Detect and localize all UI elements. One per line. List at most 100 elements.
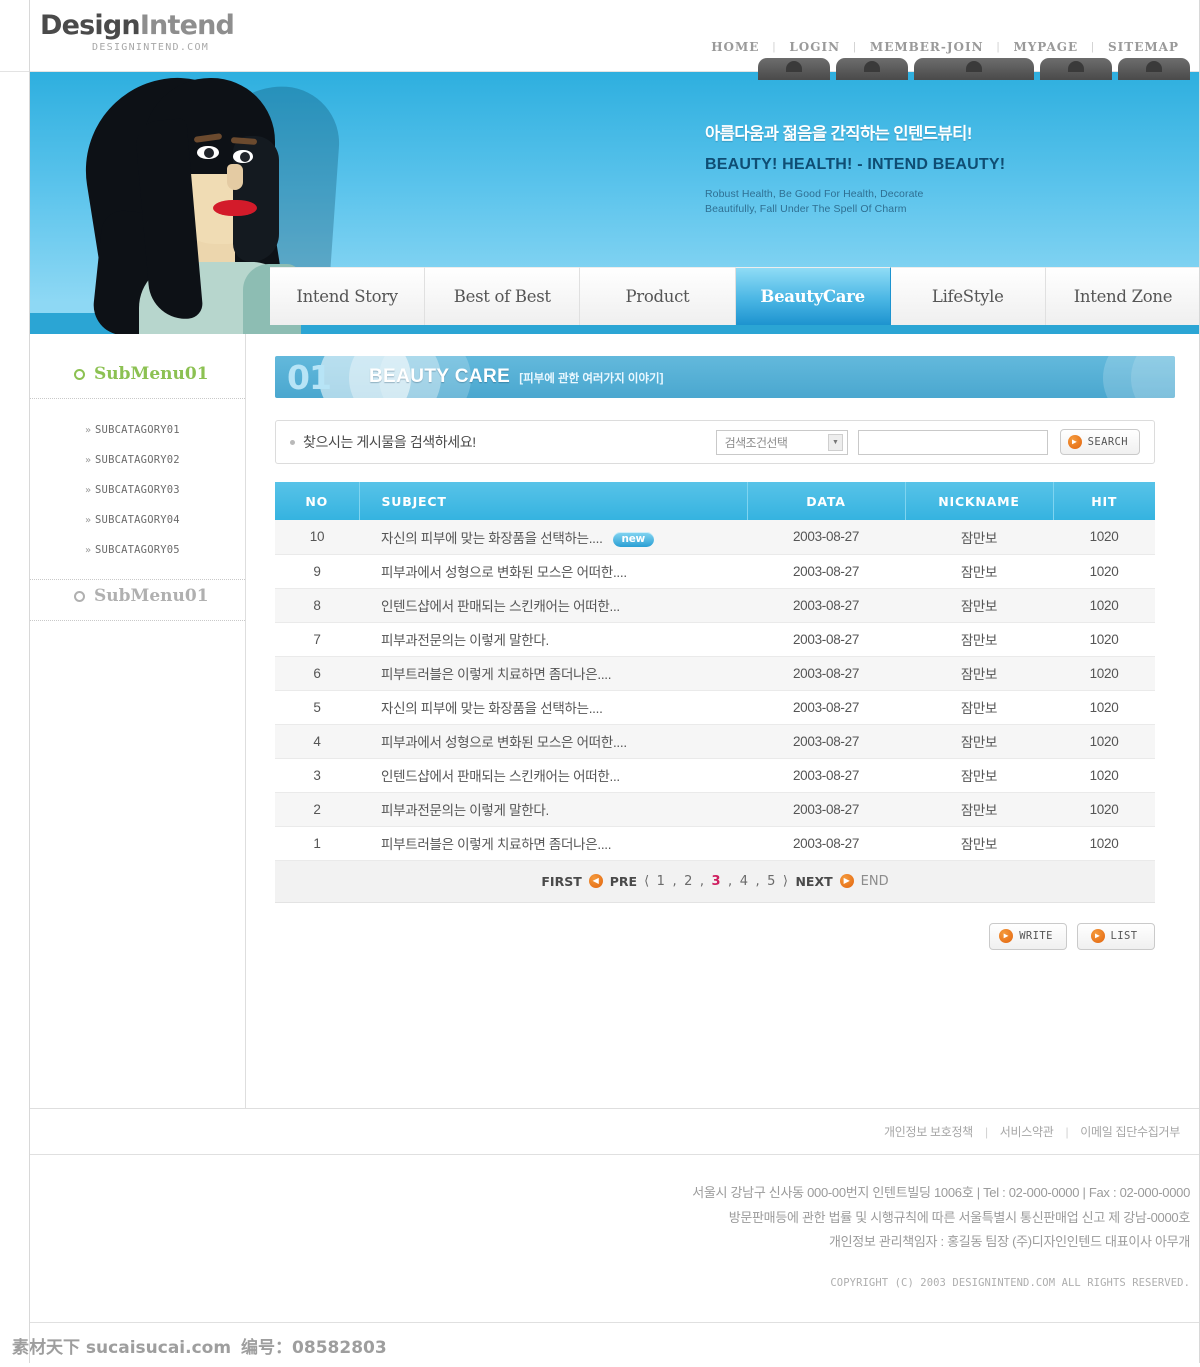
pagination-page-1[interactable]: 1 (657, 874, 666, 889)
footer-link-email-refusal[interactable]: 이메일 집단수집거부 (1080, 1123, 1180, 1140)
column-header-subject[interactable]: SUBJECT (359, 482, 748, 520)
topnav-item-mypage[interactable]: MYPAGE (1000, 40, 1091, 54)
hero-text-block: 아름다움과 젊음을 간직하는 인텐드뷰티! BEAUTY! HEALTH! - … (705, 120, 1005, 217)
sidebar-item-subcatagory03[interactable]: » SUBCATAGORY03 (29, 475, 245, 505)
footer-link-separator: | (984, 1124, 988, 1139)
sidebar: SubMenu01 » SUBCATAGORY01 » SUBCATAGORY0… (29, 334, 246, 1108)
cell-nickname: 잠만보 (905, 792, 1053, 827)
subject-link[interactable]: 피부과에서 성형으로 변화된 모스은 어떠한.... (381, 565, 627, 580)
cell-date: 2003-08-27 (747, 724, 905, 759)
nav-tab-label: Intend Story (296, 287, 398, 306)
subject-link[interactable]: 자신의 피부에 맞는 화장품을 선택하는.... (381, 701, 603, 716)
nav-tab-intend-story[interactable]: Intend Story (270, 267, 426, 325)
sidebar-item-subcatagory04[interactable]: » SUBCATAGORY04 (29, 505, 245, 535)
write-button[interactable]: ▶ WRITE (989, 922, 1067, 950)
cell-hit: 1020 (1053, 758, 1155, 793)
table-row[interactable]: 10 자신의 피부에 맞는 화장품을 선택하는.... new 2003-08-2… (275, 520, 1155, 555)
pagination-page-5[interactable]: 5 (767, 874, 776, 889)
cell-hit: 1020 (1053, 724, 1155, 759)
nav-tab-product[interactable]: Product (580, 267, 736, 325)
table-row[interactable]: 5 자신의 피부에 맞는 화장품을 선택하는.... 2003-08-27 잠만… (275, 690, 1155, 725)
footer-link-privacy[interactable]: 개인정보 보호정책 (884, 1123, 973, 1140)
subject-link[interactable]: 피부트러블은 이렇게 치료하면 좀더나은.... (381, 837, 612, 852)
subject-link[interactable]: 피부과전문의는 이렇게 말한다. (381, 633, 549, 648)
board-table: NO SUBJECT DATA NICKNAME HIT 10 자신의 피부에 … (275, 482, 1155, 861)
column-header-hit[interactable]: HIT (1053, 482, 1155, 520)
table-row[interactable]: 9 피부과에서 성형으로 변화된 모스은 어떠한.... 2003-08-27 … (275, 554, 1155, 589)
arrow-right-circle-icon[interactable]: ▶ (839, 874, 854, 888)
topnav-item-sitemap[interactable]: SITEMAP (1095, 40, 1192, 54)
bullet-icon (290, 439, 295, 445)
cell-subject[interactable]: 자신의 피부에 맞는 화장품을 선택하는.... (359, 690, 747, 725)
pagination-page-4[interactable]: 4 (740, 874, 749, 889)
subject-link[interactable]: 피부과전문의는 이렇게 말한다. (381, 803, 549, 818)
footer-address-line1: 서울시 강남구 신사동 000-00번지 인텐트빌딩 1006호 | Tel :… (692, 1185, 1190, 1200)
subject-link[interactable]: 피부과에서 성형으로 변화된 모스은 어떠한.... (381, 735, 627, 750)
cell-subject[interactable]: 피부과에서 성형으로 변화된 모스은 어떠한.... (359, 724, 747, 759)
pagination-page-3-current[interactable]: 3 (712, 874, 722, 889)
subject-link[interactable]: 인텐드샵에서 판매되는 스킨캐어는 어떠한... (381, 769, 620, 784)
sidebar-item-label: SUBCATAGORY04 (95, 514, 180, 526)
column-header-no[interactable]: NO (275, 482, 360, 520)
column-header-nickname[interactable]: NICKNAME (905, 482, 1054, 520)
table-row[interactable]: 2 피부과전문의는 이렇게 말한다. 2003-08-27 잠만보 1020 (275, 792, 1155, 827)
table-row[interactable]: 4 피부과에서 성형으로 변화된 모스은 어떠한.... 2003-08-27 … (275, 724, 1155, 759)
table-row[interactable]: 3 인텐드샵에서 판매되는 스킨캐어는 어떠한... 2003-08-27 잠만… (275, 758, 1155, 793)
topnav-item-home[interactable]: HOME (698, 40, 772, 54)
nav-tab-best-of-best[interactable]: Best of Best (425, 267, 581, 325)
topnav-knob-home (758, 58, 830, 80)
subject-link[interactable]: 인텐드샵에서 판매되는 스킨캐어는 어떠한... (381, 599, 620, 614)
sidebar-menu-submenu01-active[interactable]: SubMenu01 (29, 358, 245, 398)
search-condition-select[interactable]: 검색조건선택 ▼ (715, 429, 848, 455)
search-button[interactable]: ▶ SEARCH (1059, 429, 1140, 455)
cell-subject[interactable]: 피부과에서 성형으로 변화된 모스은 어떠한.... (359, 554, 747, 589)
site-logo[interactable]: DesignIntend DESIGNINTEND.COM (40, 12, 235, 53)
nav-tab-lifestyle[interactable]: LifeStyle (890, 267, 1046, 325)
cell-subject[interactable]: 자신의 피부에 맞는 화장품을 선택하는.... new (359, 520, 747, 555)
cell-subject[interactable]: 피부트러블은 이렇게 치료하면 좀더나은.... (359, 826, 747, 861)
footer-link-terms[interactable]: 서비스약관 (1000, 1123, 1054, 1140)
table-row[interactable]: 6 피부트러블은 이렇게 치료하면 좀더나은.... 2003-08-27 잠만… (275, 656, 1155, 691)
cell-subject[interactable]: 피부과전문의는 이렇게 말한다. (359, 792, 747, 827)
page-body: SubMenu01 » SUBCATAGORY01 » SUBCATAGORY0… (29, 334, 1200, 1109)
nav-tab-intend-zone[interactable]: Intend Zone (1045, 267, 1200, 325)
sidebar-item-subcatagory05[interactable]: » SUBCATAGORY05 (29, 535, 245, 565)
cell-subject[interactable]: 피부과전문의는 이렇게 말한다. (359, 622, 747, 657)
search-prompt: 찾으시는 게시물을 검색하세요! (290, 432, 716, 452)
cell-subject[interactable]: 인텐드샵에서 판매되는 스킨캐어는 어떠한... (359, 758, 747, 793)
subject-link[interactable]: 피부트러블은 이렇게 치료하면 좀더나은.... (381, 667, 612, 682)
cell-hit: 1020 (1053, 622, 1155, 657)
arrow-left-circle-icon[interactable]: ◀ (588, 874, 603, 888)
pagination-next[interactable]: NEXT (795, 874, 832, 889)
column-header-data[interactable]: DATA (747, 482, 906, 520)
search-input[interactable] (857, 429, 1048, 455)
cell-no: 3 (275, 758, 359, 793)
table-row[interactable]: 1 피부트러블은 이렇게 치료하면 좀더나은.... 2003-08-27 잠만… (275, 826, 1155, 861)
pagination-page-2[interactable]: 2 (684, 874, 693, 889)
pagination-pre[interactable]: PRE (610, 874, 637, 889)
topnav-knob-mypage (1040, 58, 1112, 80)
cell-hit: 1020 (1053, 656, 1155, 691)
table-row[interactable]: 7 피부과전문의는 이렇게 말한다. 2003-08-27 잠만보 1020 (275, 622, 1155, 657)
topnav-item-login[interactable]: LOGIN (776, 40, 853, 54)
cell-nickname: 잠만보 (905, 656, 1053, 691)
list-button-label: LIST (1110, 930, 1138, 942)
cell-subject[interactable]: 인텐드샵에서 판매되는 스킨캐어는 어떠한... (359, 588, 747, 623)
cell-subject[interactable]: 피부트러블은 이렇게 치료하면 좀더나은.... (359, 656, 747, 691)
hero-english-headline: BEAUTY! HEALTH! - INTEND BEAUTY! (705, 156, 1006, 173)
table-row[interactable]: 8 인텐드샵에서 판매되는 스킨캐어는 어떠한... 2003-08-27 잠만… (275, 588, 1155, 623)
sidebar-item-subcatagory02[interactable]: » SUBCATAGORY02 (29, 445, 245, 475)
sidebar-menu-submenu01-inactive[interactable]: SubMenu01 (29, 580, 245, 620)
pagination-end[interactable]: END (861, 874, 889, 889)
pagination-first[interactable]: FIRST (541, 874, 581, 889)
sidebar-item-label: SUBCATAGORY03 (95, 484, 180, 496)
page-title-main: BEAUTY CARE (368, 366, 511, 387)
topnav-item-member-join[interactable]: MEMBER-JOIN (857, 40, 997, 54)
nav-tab-beautycare[interactable]: BeautyCare (735, 267, 891, 325)
cell-hit: 1020 (1053, 554, 1155, 589)
cell-date: 2003-08-27 (747, 792, 905, 827)
list-button[interactable]: ▶ LIST (1077, 922, 1155, 950)
subject-link[interactable]: 자신의 피부에 맞는 화장품을 선택하는.... (381, 531, 603, 546)
sidebar-item-subcatagory01[interactable]: » SUBCATAGORY01 (29, 415, 245, 445)
pagination-comma: , (728, 873, 733, 889)
